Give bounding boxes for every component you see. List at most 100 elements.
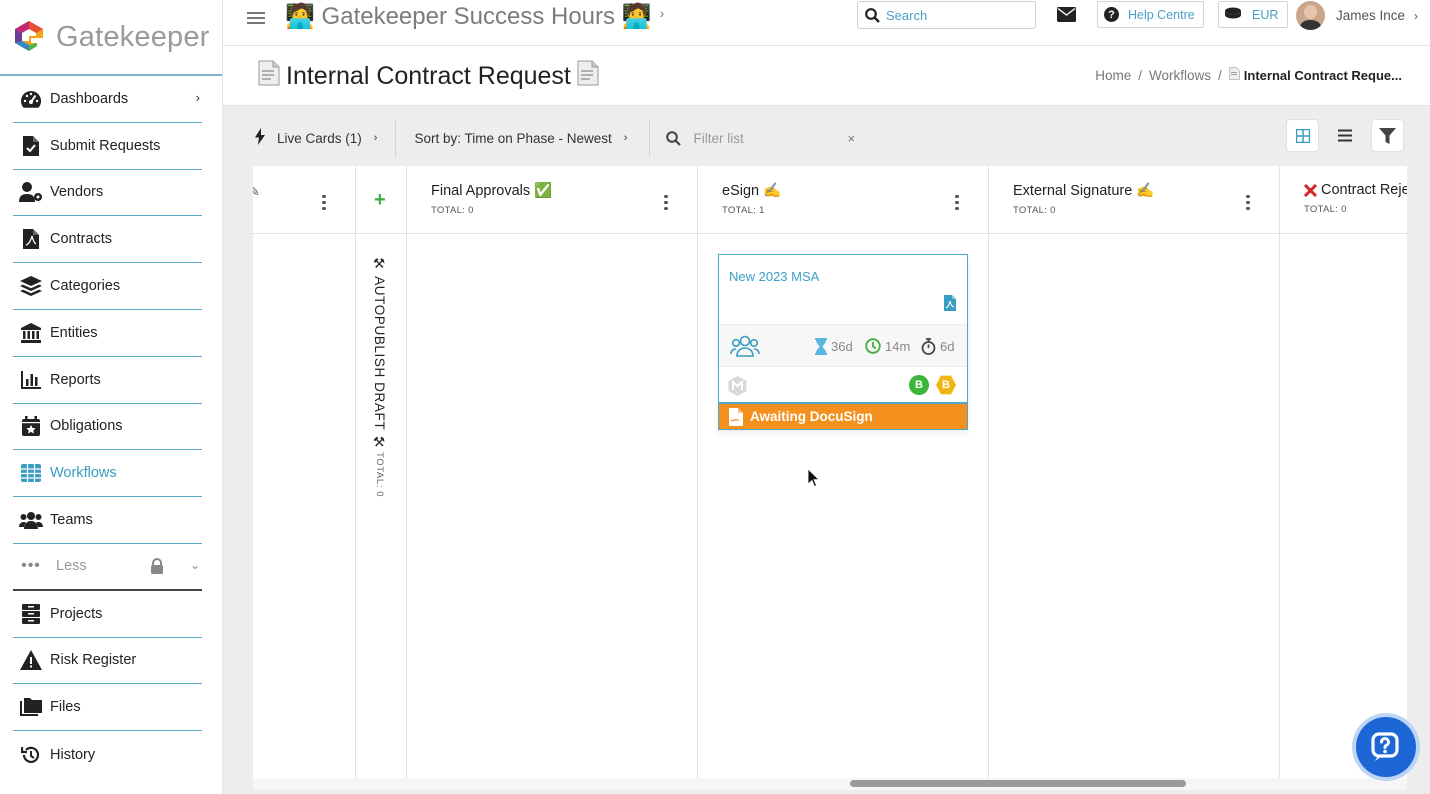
edit-icon: ✎ xyxy=(253,184,260,199)
sidebar-item-history[interactable]: History xyxy=(13,731,202,778)
sidebar-item-teams[interactable]: Teams xyxy=(13,497,202,544)
sidebar-item-entities[interactable]: Entities xyxy=(13,310,202,357)
sidebar-item-label: History xyxy=(50,746,96,763)
mail-icon[interactable] xyxy=(1057,7,1076,27)
breadcrumb-current: Internal Contract Reque... xyxy=(1243,67,1402,83)
ellipsis-icon: ••• xyxy=(21,557,41,575)
sidebar-item-risk-register[interactable]: Risk Register xyxy=(13,638,202,685)
help-centre-label: Help Centre xyxy=(1128,7,1195,22)
divider xyxy=(355,166,356,778)
list-icon xyxy=(1337,129,1352,142)
history-icon xyxy=(19,744,43,766)
column-title: Final Approvals ✅ xyxy=(431,183,553,199)
workflow-card[interactable]: New 2023 MSA 36d 14m 6d B B Awaiting Doc… xyxy=(718,254,968,430)
column-menu-icon[interactable] xyxy=(664,192,668,213)
filter-box[interactable]: × xyxy=(650,119,855,157)
scrollbar-thumb[interactable] xyxy=(850,780,1186,787)
sort-button[interactable]: Sort by: Time on Phase - Newest › xyxy=(396,119,649,157)
collapsed-column-title[interactable]: ⚒ AUTOPUBLISH DRAFT ⚒ xyxy=(371,256,387,451)
chevron-down-icon: ⌄ xyxy=(189,557,200,572)
lock-icon xyxy=(150,557,164,579)
sidebar-item-vendors[interactable]: Vendors xyxy=(13,170,202,217)
sidebar-item-workflows[interactable]: Workflows xyxy=(13,450,202,498)
help-chat-button[interactable] xyxy=(1356,717,1416,777)
sidebar-item-obligations[interactable]: Obligations xyxy=(13,404,202,451)
sidebar-item-reports[interactable]: Reports xyxy=(13,357,202,404)
page-title-text: Internal Contract Request xyxy=(286,62,571,90)
live-cards-button[interactable]: Live Cards (1) › xyxy=(253,119,395,157)
sidebar-item-projects[interactable]: Projects xyxy=(13,591,202,638)
column-title: External Signature ✍️ xyxy=(1013,183,1155,199)
horizontal-scrollbar[interactable] xyxy=(253,778,1407,790)
file-pdf-icon[interactable] xyxy=(944,295,956,316)
coins-icon xyxy=(1224,7,1242,22)
clear-filter-button[interactable]: × xyxy=(847,131,855,146)
column-contract-rejected[interactable]: Contract Reje TOTAL: 0 xyxy=(1304,182,1407,215)
approver-badge[interactable]: B xyxy=(909,375,929,395)
page-title: Internal Contract Request xyxy=(252,60,605,93)
card-title[interactable]: New 2023 MSA xyxy=(729,269,819,284)
sidebar-item-categories[interactable]: Categories xyxy=(13,263,202,310)
filter-input[interactable] xyxy=(693,130,844,146)
workspace-title-text: 🧑‍💻 Gatekeeper Success Hours 🧑‍💻 xyxy=(285,3,652,30)
stopwatch-icon xyxy=(921,338,936,355)
divider xyxy=(253,233,1407,234)
breadcrumb-home[interactable]: Home xyxy=(1095,68,1131,83)
sidebar-item-label: Categories xyxy=(50,278,121,295)
search-icon xyxy=(666,130,682,146)
column-external-signature[interactable]: External Signature ✍️ TOTAL: 0 xyxy=(1013,182,1154,216)
chevron-right-icon: › xyxy=(373,132,378,144)
sidebar-item-label: Vendors xyxy=(50,184,104,201)
team-icon[interactable] xyxy=(730,335,760,362)
breadcrumb-separator: / xyxy=(1218,67,1222,83)
currency-label: EUR xyxy=(1252,7,1279,22)
avatar xyxy=(1296,1,1325,30)
currency-selector[interactable]: EUR xyxy=(1218,1,1289,28)
column-menu-icon[interactable] xyxy=(322,192,326,213)
sidebar-item-label: Submit Requests xyxy=(50,137,161,154)
column-total: TOTAL: 0 xyxy=(431,205,474,216)
mouse-cursor-icon xyxy=(807,468,820,492)
column-menu-icon[interactable] xyxy=(1246,192,1250,213)
archive-icon xyxy=(19,603,43,625)
column-final-approvals[interactable]: Final Approvals ✅ TOTAL: 0 xyxy=(431,182,552,216)
chevron-right-icon: › xyxy=(623,132,628,144)
timer-metric: 6d xyxy=(921,338,954,355)
column-menu-icon[interactable] xyxy=(955,192,959,213)
question-icon: ? xyxy=(1104,7,1119,22)
sidebar-nav: Dashboards › Submit Requests Vendors Con… xyxy=(0,76,222,778)
sidebar-item-label: Entities xyxy=(50,324,98,341)
workspace-title[interactable]: 🧑‍💻 Gatekeeper Success Hours 🧑‍💻 › xyxy=(285,2,664,31)
grid-view-button[interactable] xyxy=(1286,119,1319,152)
help-centre-button[interactable]: ? Help Centre xyxy=(1097,1,1204,28)
sort-label: Sort by: Time on Phase - Newest xyxy=(414,130,612,146)
hamburger-menu-icon[interactable] xyxy=(247,9,265,27)
clock-icon xyxy=(865,338,881,354)
sidebar-item-files[interactable]: Files xyxy=(13,684,202,732)
sidebar-item-dashboards[interactable]: Dashboards › xyxy=(13,76,202,123)
table-grid-icon xyxy=(19,462,43,484)
filter-button[interactable] xyxy=(1371,119,1404,152)
column-esign[interactable]: eSign ✍️ TOTAL: 1 xyxy=(722,182,781,216)
document-icon xyxy=(1229,67,1240,83)
breadcrumb-workflows[interactable]: Workflows xyxy=(1149,68,1211,83)
card-metrics: 36d 14m 6d xyxy=(719,324,967,366)
live-cards-label: Live Cards (1) xyxy=(277,130,362,146)
approver-badge[interactable]: B xyxy=(936,375,956,395)
search-input[interactable] xyxy=(886,7,1026,23)
logo[interactable]: Gatekeeper xyxy=(0,0,222,76)
column-total: TOTAL: 0 xyxy=(1304,204,1347,215)
user-menu[interactable]: James Ince › xyxy=(1296,1,1418,30)
list-view-button[interactable] xyxy=(1328,119,1361,152)
calendar-star-icon xyxy=(19,415,43,437)
add-column-button[interactable]: + xyxy=(374,189,386,212)
sidebar-item-submit-requests[interactable]: Submit Requests xyxy=(13,123,202,170)
phase-time-value: 36d xyxy=(831,339,853,354)
sidebar-item-label: Dashboards xyxy=(50,90,129,107)
sidebar-item-contracts[interactable]: Contracts xyxy=(13,216,202,264)
hourglass-icon xyxy=(815,338,827,355)
breadcrumb-separator: / xyxy=(1138,67,1143,83)
search-box[interactable] xyxy=(857,1,1036,29)
lightning-icon xyxy=(255,128,265,148)
sidebar-item-less[interactable]: ••• Less ⌄ xyxy=(13,544,202,591)
